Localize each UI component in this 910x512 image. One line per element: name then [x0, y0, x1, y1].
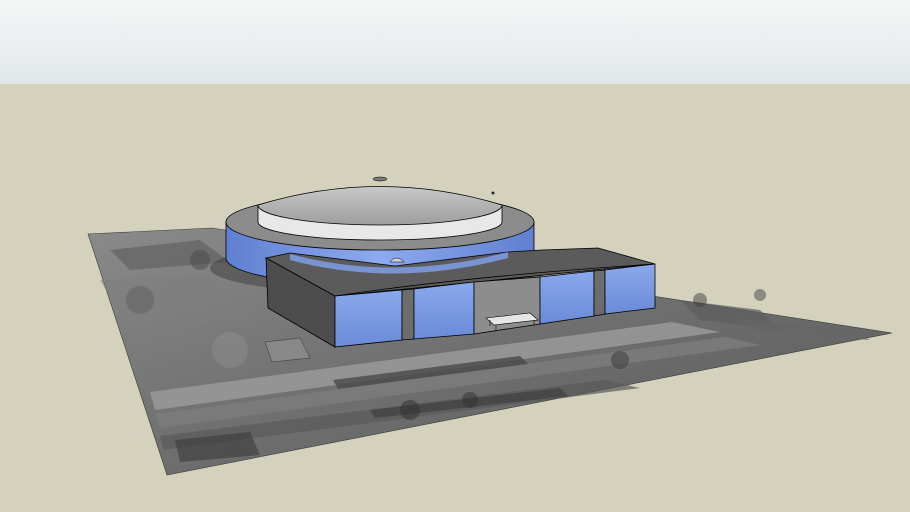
sky-background: [0, 0, 910, 84]
model-viewport[interactable]: [0, 0, 910, 512]
scene-canvas[interactable]: [0, 0, 910, 512]
